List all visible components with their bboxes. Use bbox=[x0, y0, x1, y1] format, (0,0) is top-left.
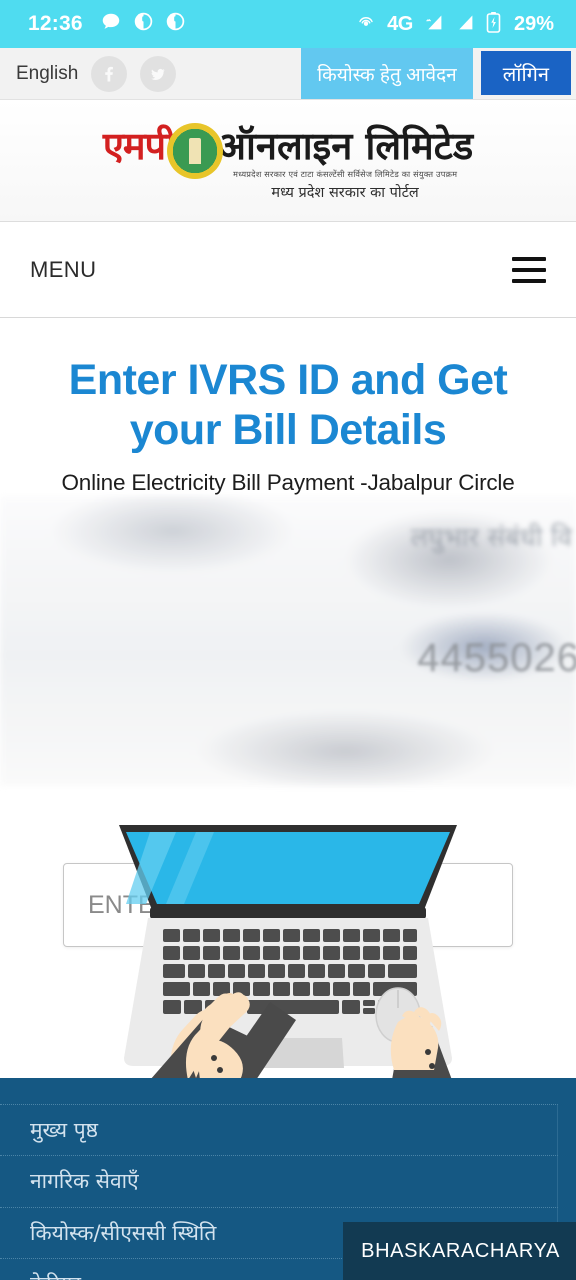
language-section: English bbox=[0, 48, 301, 99]
footer-nav: मुख्य पृष्ठ नागरिक सेवाएँ कियोस्क/सीएससी… bbox=[0, 1078, 576, 1280]
login-button[interactable]: लॉगिन bbox=[480, 51, 571, 95]
page-subtitle: Online Electricity Bill Payment -Jabalpu… bbox=[61, 469, 515, 495]
site-logo-band: एमपी ऑनलाइन लिमिटेड मध्यप्रदेश सरकार एवं… bbox=[0, 100, 576, 222]
background-hindi-text: लघुभार संबंधी वि bbox=[410, 523, 572, 553]
status-time: 12:36 bbox=[28, 12, 83, 35]
mobile-screen: 12:36 4G 29% English कियोस्क हेतु आवेदन … bbox=[0, 0, 576, 1280]
language-selector[interactable]: English bbox=[16, 63, 78, 85]
page-title: Enter IVRS ID and Get your Bill Details bbox=[68, 356, 508, 454]
hamburger-menu-icon[interactable] bbox=[512, 256, 546, 283]
menu-label: MENU bbox=[30, 256, 97, 282]
status-bar-left: 12:36 bbox=[28, 11, 186, 38]
mp-government-emblem-icon bbox=[166, 123, 223, 179]
mponline-logo[interactable]: एमपी ऑनलाइन लिमिटेड मध्यप्रदेश सरकार एवं… bbox=[103, 119, 473, 202]
signal-bars-icon bbox=[424, 13, 444, 36]
menu-bar[interactable]: MENU bbox=[0, 222, 576, 318]
app-circle-icon bbox=[165, 11, 186, 37]
app-circle-icon bbox=[133, 11, 154, 37]
hotspot-icon bbox=[356, 12, 376, 37]
battery-percent: 29% bbox=[513, 12, 554, 35]
bhaskaracharya-badge: BHASKARACHARYA bbox=[343, 1222, 576, 1280]
footer-item-citizen-services[interactable]: नागरिक सेवाएँ bbox=[0, 1156, 558, 1208]
footer-item-home[interactable]: मुख्य पृष्ठ bbox=[0, 1104, 558, 1157]
chat-bubble-icon bbox=[100, 11, 122, 38]
battery-charging-icon bbox=[486, 11, 501, 38]
signal-bars-icon bbox=[455, 13, 475, 36]
kiosk-apply-button[interactable]: कियोस्क हेतु आवेदन bbox=[301, 48, 473, 99]
logo-subtitle-2: मध्य प्रदेश सरकार का पोर्टल bbox=[271, 185, 419, 201]
logo-main-text: ऑनलाइन लिमिटेड bbox=[216, 124, 474, 168]
logo-mp-text: एमपी bbox=[102, 124, 176, 168]
facebook-icon[interactable] bbox=[91, 55, 128, 92]
twitter-icon[interactable] bbox=[140, 55, 177, 92]
background-bill-number: 4455026 bbox=[417, 636, 576, 680]
network-type: 4G bbox=[387, 12, 413, 35]
logo-subtitle-1: मध्यप्रदेश सरकार एवं टाटा कंसल्टेंसी सर्… bbox=[232, 169, 458, 179]
status-bar-right: 4G 29% bbox=[356, 11, 554, 38]
status-bar: 12:36 4G 29% bbox=[0, 0, 576, 48]
hero-section: लघुभार संबंधी वि 4455026 Enter IVRS ID a… bbox=[0, 318, 576, 1080]
laptop-hands-typing-illustration bbox=[119, 825, 457, 1080]
logo-text-group: ऑनलाइन लिमिटेड मध्यप्रदेश सरकार एवं टाटा… bbox=[217, 127, 473, 202]
language-login-bar: English कियोस्क हेतु आवेदन लॉगिन bbox=[0, 48, 576, 100]
